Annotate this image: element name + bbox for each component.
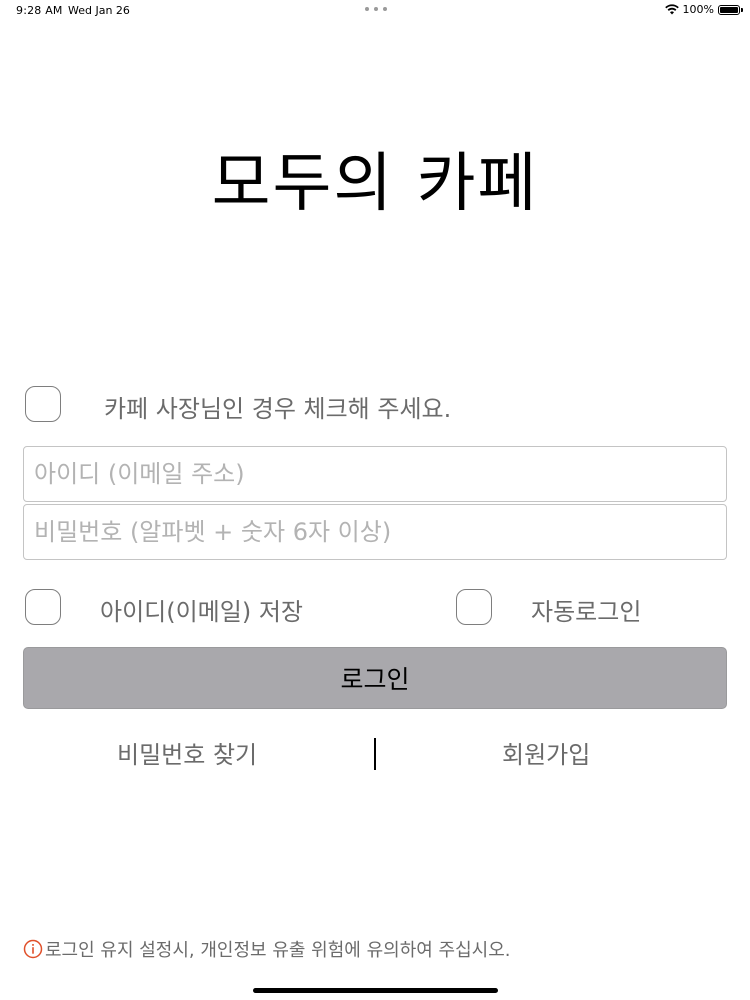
auto-login-checkbox[interactable]: [456, 589, 492, 625]
battery-icon: [718, 4, 743, 15]
home-indicator[interactable]: [253, 988, 498, 993]
save-id-checkbox-label: 아이디(이메일) 저장: [100, 598, 303, 626]
find-password-link[interactable]: 비밀번호 찾기: [117, 735, 257, 770]
password-input[interactable]: [23, 504, 727, 560]
notice-text: 로그인 유지 설정시, 개인정보 유출 위험에 유의하여 주십시오.: [45, 940, 511, 961]
info-circle-icon: [23, 939, 43, 959]
multitasking-dots-icon[interactable]: [365, 2, 387, 16]
status-bar: 9:28 AM Wed Jan 26 100%: [0, 0, 750, 22]
wifi-icon: [664, 4, 679, 15]
battery-percent: 100%: [682, 3, 714, 16]
owner-checkbox-label: 카페 사장님인 경우 체크해 주세요.: [104, 395, 452, 423]
login-notice: 로그인 유지 설정시, 개인정보 유출 위험에 유의하여 주십시오.: [23, 936, 511, 962]
login-button[interactable]: 로그인: [23, 647, 727, 709]
save-id-checkbox[interactable]: [25, 589, 61, 625]
link-divider: [374, 738, 376, 770]
id-email-input[interactable]: [23, 446, 727, 502]
owner-checkbox[interactable]: [25, 386, 61, 422]
status-time: 9:28 AM: [16, 4, 63, 17]
status-date: Wed Jan 26: [68, 4, 130, 17]
auto-login-checkbox-label: 자동로그인: [531, 598, 642, 626]
status-right: 100%: [664, 3, 743, 16]
login-screen: 9:28 AM Wed Jan 26 100% 모두의 카페 카페 사장님인 경…: [0, 0, 750, 1000]
sign-up-link[interactable]: 회원가입: [502, 735, 590, 770]
battery-fill: [720, 6, 738, 13]
app-title: 모두의 카페: [211, 147, 539, 221]
